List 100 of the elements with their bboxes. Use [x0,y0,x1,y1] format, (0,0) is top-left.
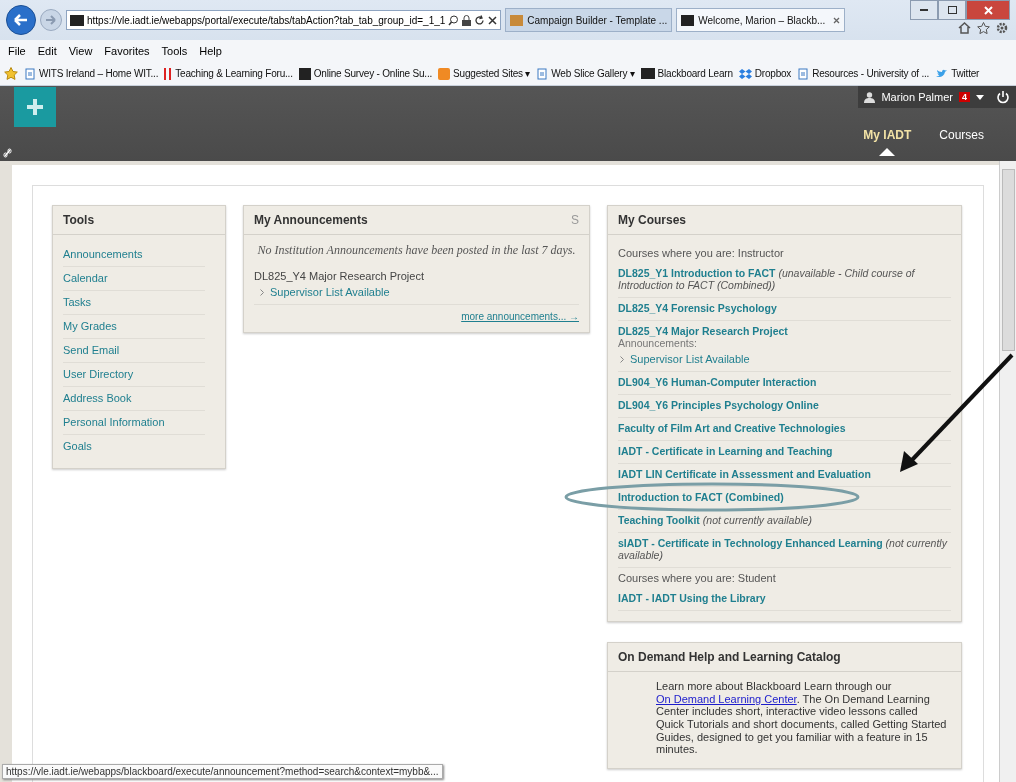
announcement-link[interactable]: Supervisor List Available [630,353,750,365]
home-icon[interactable] [958,22,971,34]
course-line: Teaching Toolkit (not currently available) [618,514,813,526]
square-icon [640,68,655,79]
favorite-link[interactable]: Resources - University of ... [797,67,930,80]
favorite-link[interactable]: WITS Ireland – Home WIT... [24,67,159,80]
announcement-link[interactable]: Supervisor List Available [270,286,390,298]
add-tile[interactable] [14,87,56,127]
tool-link[interactable]: Address Book [63,387,205,411]
refresh-icon [474,14,486,26]
course-name: DL825_Y4 Major Research Project [254,270,425,282]
course-link[interactable]: DL904_Y6 Principles Psychology Online [618,399,819,411]
help-link[interactable]: On Demand Learning Center [656,692,797,705]
bird-icon [935,68,949,79]
course-link[interactable]: IADT - Certificate in Learning and Teaching [618,445,833,457]
tool-link[interactable]: Goals [63,435,205,458]
status-url: https://vle.iadt.ie/webapps/blackboard/execute/announcement?method=search&context=mybb&... [2,764,443,779]
course-link[interactable]: Teaching Toolkit [618,514,700,526]
link-icon[interactable] [3,148,12,158]
help-paragraph: Learn more about Blackboard Learn through our On Demand Learning Center. The On Demand Learning Center includes short, interactive video lessons called Quick Tutorials and short documents, called Getting Started Guides, designed to get you familiar with a feature in 15 minutes. [655,679,948,758]
menu-item[interactable]: View [68,45,93,57]
star-icon[interactable] [4,67,18,80]
close-icon[interactable] [833,16,841,24]
favorite-link[interactable]: Dropbox [738,67,792,80]
close-button[interactable] [966,0,1010,20]
corner-mark: S [571,213,579,227]
box-icon [738,67,752,80]
square-icon [438,67,451,80]
role-label: Courses where you are: Student [618,571,777,586]
tool-link[interactable]: Send Email [63,339,205,363]
close-icon [983,5,993,15]
panel-title: Tools [63,213,95,227]
square-icon [298,67,311,80]
nav-tab[interactable]: Courses [939,128,984,156]
favorite-link[interactable]: Online Survey - Online Su... [298,67,433,80]
favorite-link[interactable]: Blackboard Learn [640,68,733,79]
role-label: Courses where you are: Instructor [618,246,785,261]
tab-icon [510,14,524,26]
maximize-button[interactable] [938,0,966,20]
menu-item[interactable]: Edit [37,45,57,57]
panel-title: On Demand Help and Learning Catalog [618,650,841,664]
arrow-icon [45,15,57,25]
menu-item[interactable]: Tools [161,45,188,57]
address-field[interactable]: https://vle.iadt.ie/webapps/portal/execute/tabs/tabAction?tab_tab_group_id=_1_1 [66,10,502,30]
menu-item[interactable]: Help [199,45,222,57]
course-link[interactable]: DL825_Y4 Forensic Psychology [618,302,777,314]
tool-link[interactable]: Personal Information [63,411,205,435]
more-link[interactable]: more announcements... → [254,304,579,322]
chevron-icon [260,288,264,296]
course-link[interactable]: DL825_Y4 Major Research Project [618,325,788,337]
course-link[interactable]: Faculty of Film Art and Creative Technologies [618,422,846,434]
page-icon [24,67,36,80]
course-link[interactable]: IADT LIN Certificate in Assessment and Evaluation [618,468,871,480]
search-icon [448,14,460,26]
page-icon [536,67,549,80]
course-link[interactable]: DL904_Y6 Human-Computer Interaction [618,376,817,388]
tool-link[interactable]: My Grades [63,315,205,339]
person-icon [864,91,876,103]
favorite-link[interactable]: Teaching & Learning Foru... [164,67,293,80]
course-link[interactable]: DL825_Y1 Introduction to FACT [618,267,776,279]
page-icon [797,67,810,80]
chevron-icon [620,355,624,363]
tab-icon [681,14,695,26]
power-icon[interactable] [996,90,1010,104]
favorite-link[interactable]: Web Slice Gallery ▾ [536,67,635,80]
tool-link[interactable]: Tasks [63,291,205,315]
announcements-label: Announcements: [618,337,698,349]
course-line: DL825_Y1 Introduction to FACT (unavailable - Child course of Introduction to FACT (Combined)) [618,267,917,291]
panel-title: My Announcements [254,213,368,227]
panel-title: My Courses [618,213,687,227]
notice-text: No Institution Announcements have been posted in the last 7 days. [256,243,577,258]
close-icon [488,15,498,25]
notification-badge[interactable]: 4 [959,92,970,102]
caret-icon[interactable] [976,94,984,100]
course-link[interactable]: sIADT - Certificate in Technology Enhanced Learning [618,537,883,549]
back-button[interactable] [6,5,36,35]
gear-icon[interactable] [996,22,1008,34]
lock-icon [462,14,472,26]
course-link[interactable]: IADT - IADT Using the Library [618,592,766,604]
tool-link[interactable]: User Directory [63,363,205,387]
arrow-icon [13,13,29,27]
user-name[interactable]: Marion Palmer [881,91,953,103]
tool-link[interactable]: Announcements [63,243,205,267]
menu-item[interactable]: Favorites [104,45,150,57]
bars-icon [164,67,173,80]
course-link[interactable]: Introduction to FACT (Combined) [618,491,784,503]
favorite-link[interactable]: Twitter [935,68,980,79]
scrollbar-thumb[interactable] [1002,169,1015,351]
browser-tab[interactable]: Welcome, Marion – Blackb... [676,8,846,32]
minimize-icon [920,8,928,12]
url-text: https://vle.iadt.ie/webapps/portal/execute/tabs/tabAction?tab_tab_group_id=_1_1 [87,14,446,26]
star-icon[interactable] [977,22,990,34]
site-icon [70,14,84,26]
menu-item[interactable]: File [8,45,26,57]
course-line: sIADT - Certificate in Technology Enhanced Learning (not currently available) [618,537,949,561]
maximize-icon [947,6,957,14]
minimize-button[interactable] [910,0,938,20]
browser-tab[interactable]: Campaign Builder - Template ... [505,8,673,32]
tool-link[interactable]: Calendar [63,267,205,291]
favorite-link[interactable]: Suggested Sites ▾ [438,67,531,80]
